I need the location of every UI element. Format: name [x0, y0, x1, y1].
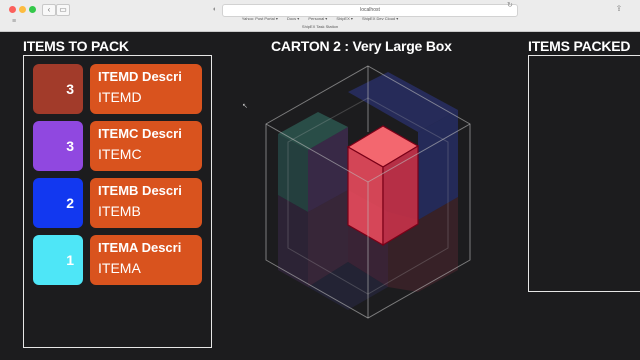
- reload-icon[interactable]: ↻: [507, 1, 513, 9]
- favorites-item[interactable]: ShipEX Task Station: [0, 24, 640, 29]
- item-code: ITEMB: [98, 203, 141, 219]
- minimize-window-icon[interactable]: [19, 6, 26, 13]
- bookmark-item[interactable]: ShipEX Dev Cloud ▾: [362, 16, 398, 21]
- url-text: localhost: [360, 7, 380, 13]
- item-code: ITEMD: [98, 89, 142, 105]
- bookmark-item[interactable]: Personal ▾: [308, 16, 327, 21]
- reader-icon[interactable]: ◐: [211, 5, 219, 14]
- bookmark-item[interactable]: Docs ▾: [287, 16, 299, 21]
- item-row-itemd[interactable]: 3 ITEMD Descri ITEMD: [33, 64, 203, 114]
- item-card[interactable]: ITEMB Descri ITEMB: [90, 178, 202, 228]
- item-quantity: 3: [33, 64, 83, 114]
- mouse-cursor-icon: ↖: [242, 103, 248, 110]
- carton-3d-view[interactable]: [258, 62, 478, 320]
- item-description: ITEMB Descri: [98, 183, 182, 198]
- bookmarks-bar: Yahoo: Post Portal ▾ Docs ▾ Personal ▾ S…: [0, 16, 640, 21]
- item-row-itema[interactable]: 1 ITEMA Descri ITEMA: [33, 235, 203, 285]
- item-card[interactable]: ITEMD Descri ITEMD: [90, 64, 202, 114]
- carton-heading: CARTON 2 : Very Large Box: [271, 38, 452, 54]
- bookmark-item[interactable]: ShipEX ▾: [336, 16, 352, 21]
- item-quantity: 2: [33, 178, 83, 228]
- item-code: ITEMA: [98, 260, 141, 276]
- item-quantity: 3: [33, 121, 83, 171]
- items-packed-heading: ITEMS PACKED: [528, 38, 631, 54]
- item-description: ITEMA Descri: [98, 240, 182, 255]
- item-code: ITEMC: [98, 146, 142, 162]
- bookmark-item[interactable]: Yahoo: Post Portal ▾: [242, 16, 278, 21]
- item-description: ITEMD Descri: [98, 69, 182, 84]
- item-row-itemb[interactable]: 2 ITEMB Descri ITEMB: [33, 178, 203, 228]
- item-row-itemc[interactable]: 3 ITEMC Descri ITEMC: [33, 121, 203, 171]
- item-card[interactable]: ITEMC Descri ITEMC: [90, 121, 202, 171]
- items-to-pack-heading: ITEMS TO PACK: [23, 38, 129, 54]
- item-card[interactable]: ITEMA Descri ITEMA: [90, 235, 202, 285]
- item-quantity: 1: [33, 235, 83, 285]
- browser-toolbar: ‹ ▭ ≡ ◐ localhost ↻ ⇪ Yahoo: Post Portal…: [0, 0, 640, 32]
- items-packed-panel: [528, 55, 640, 292]
- item-description: ITEMC Descri: [98, 126, 182, 141]
- zoom-window-icon[interactable]: [29, 6, 36, 13]
- back-icon[interactable]: ‹: [42, 4, 56, 16]
- carton-3d-svg[interactable]: [258, 62, 478, 320]
- share-icon[interactable]: ⇪: [614, 4, 624, 14]
- close-window-icon[interactable]: [9, 6, 16, 13]
- items-to-pack-panel: 3 ITEMD Descri ITEMD 3 ITEMC Descri ITEM…: [23, 55, 212, 348]
- sidebar-toggle-icon[interactable]: ▭: [56, 4, 70, 16]
